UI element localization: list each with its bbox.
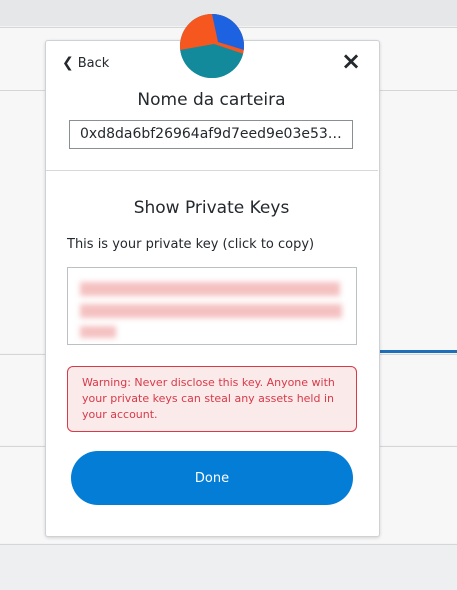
account-name: Nome da carteira bbox=[137, 90, 286, 110]
back-label: Back bbox=[77, 55, 110, 71]
account-address-field[interactable]: 0xd8da6bf26964af9d7eed9e03e53415d37aa960… bbox=[69, 120, 353, 149]
chevron-left-icon: ❮ bbox=[62, 55, 74, 71]
background-panel bbox=[0, 544, 457, 590]
private-key-label: This is your private key (click to copy) bbox=[67, 237, 315, 252]
private-key-field[interactable] bbox=[67, 267, 357, 345]
divider bbox=[46, 170, 378, 171]
account-identicon bbox=[180, 14, 244, 78]
done-button[interactable]: Done bbox=[71, 451, 353, 505]
back-button[interactable]: ❮ Back bbox=[62, 54, 109, 72]
background-tab-indicator bbox=[380, 350, 457, 353]
close-icon[interactable]: × bbox=[341, 49, 361, 73]
warning-message: Warning: Never disclose this key. Anyone… bbox=[67, 366, 357, 432]
private-key-redacted bbox=[76, 278, 346, 338]
section-title: Show Private Keys bbox=[133, 198, 290, 218]
